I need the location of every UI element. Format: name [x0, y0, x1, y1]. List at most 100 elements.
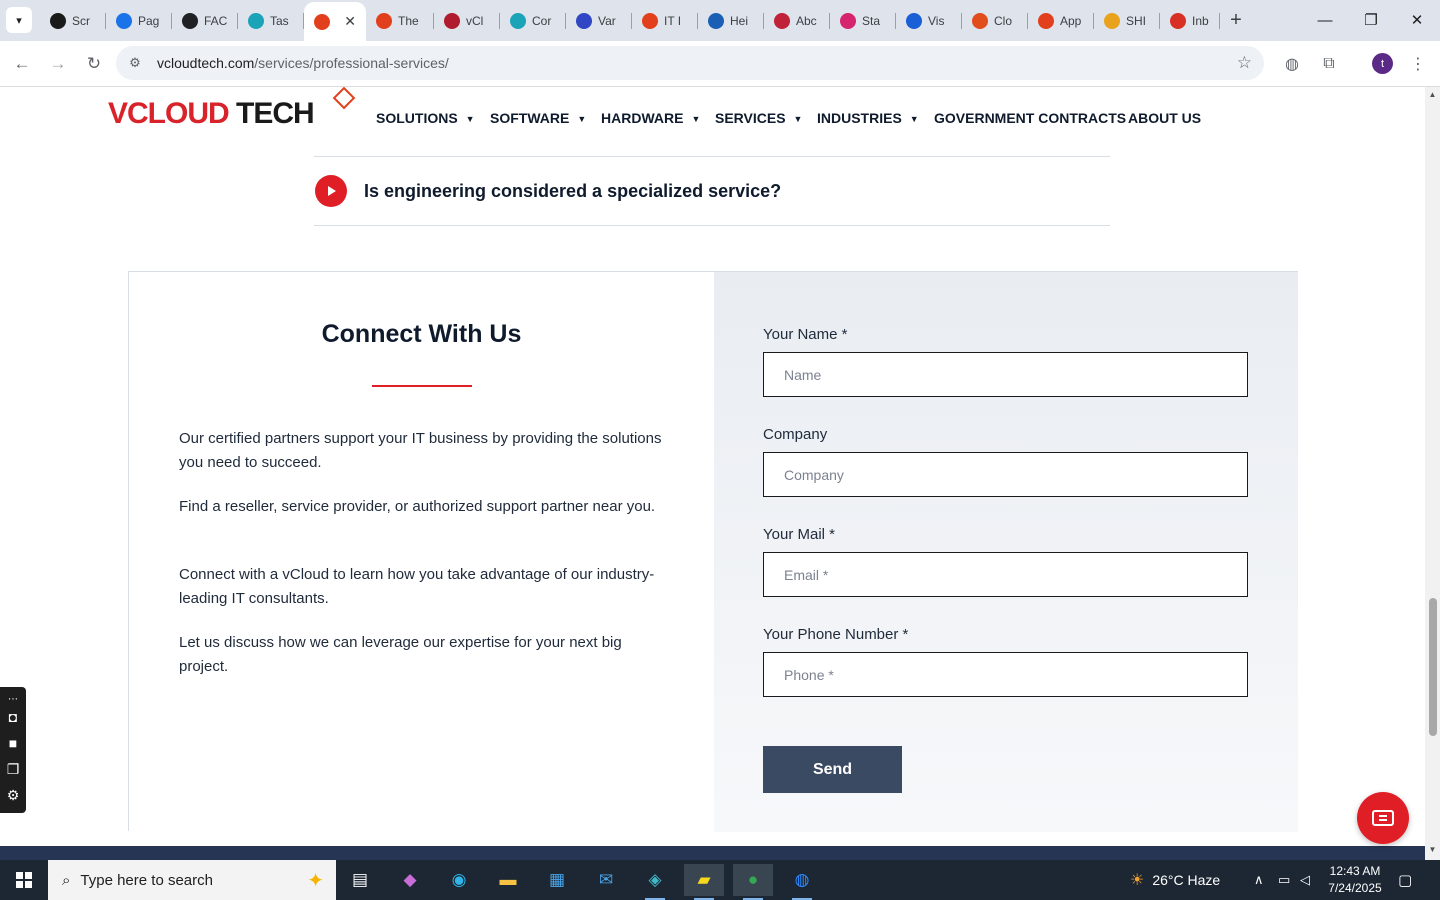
- faq-question[interactable]: Is engineering considered a specialized …: [364, 181, 781, 202]
- scroll-down-icon[interactable]: ▼: [1428, 845, 1437, 854]
- more-tools-icon[interactable]: ⋯: [3, 689, 23, 709]
- windows-icon[interactable]: ❐: [3, 759, 23, 779]
- translate-icon[interactable]: ◍: [1281, 53, 1303, 75]
- window-close-icon[interactable]: ✕: [1394, 0, 1440, 40]
- nav-item[interactable]: SERVICES ▼: [715, 110, 802, 126]
- tab-label: Clo: [994, 13, 1013, 28]
- tray-overflow-icon[interactable]: ∧: [1254, 860, 1264, 900]
- edge-icon[interactable]: ◉: [439, 864, 479, 896]
- taskbar-search[interactable]: ⌕ Type here to search ✦: [48, 860, 336, 900]
- browser-tab[interactable]: App: [1028, 6, 1094, 35]
- browser-tab[interactable]: Scr: [40, 6, 106, 35]
- browser-tab[interactable]: Pag: [106, 6, 172, 35]
- phone-field[interactable]: [763, 652, 1248, 697]
- browser-tab[interactable]: Inb: [1160, 6, 1220, 35]
- tab-search-button[interactable]: ▾: [6, 7, 32, 33]
- nav-item[interactable]: HARDWARE ▼: [601, 110, 700, 126]
- browser-tab[interactable]: Tas: [238, 6, 304, 35]
- company-field[interactable]: [763, 452, 1248, 497]
- chat-button[interactable]: [1357, 792, 1409, 844]
- email-field[interactable]: [763, 552, 1248, 597]
- phone-label: Your Phone Number *: [763, 626, 909, 643]
- v-icon: [444, 12, 460, 29]
- store-icon[interactable]: ▦: [537, 864, 577, 896]
- faq-item[interactable]: Is engineering considered a specialized …: [314, 156, 1110, 226]
- copilot-icon[interactable]: ◆: [390, 864, 430, 896]
- nav-item[interactable]: SOLUTIONS ▼: [376, 110, 475, 126]
- notifications-icon[interactable]: ▢: [1398, 860, 1412, 900]
- forward-icon[interactable]: →: [44, 50, 72, 78]
- page-viewport: VCLOUD TECH SOLUTIONS ▼ SOFTWARE ▼ HARDWARE ▼…: [0, 87, 1440, 860]
- profile-avatar[interactable]: t: [1372, 53, 1393, 74]
- new-tab-button[interactable]: +: [1224, 8, 1248, 32]
- browser-tab[interactable]: FAC: [172, 6, 238, 35]
- zoom-icon[interactable]: ◍: [782, 864, 822, 900]
- caret-down-icon: ▼: [577, 114, 587, 125]
- browser-tab-active[interactable]: ✕: [304, 2, 366, 41]
- browser-tab[interactable]: SHI: [1094, 6, 1160, 35]
- taskbar-clock[interactable]: 12:43 AM 7/24/2025: [1322, 863, 1388, 897]
- bookmark-star-icon[interactable]: ☆: [1237, 53, 1252, 73]
- url-host: vcloudtech.com: [157, 55, 255, 71]
- video-icon[interactable]: ■: [3, 733, 23, 753]
- connect-paragraph-2: Find a reseller, service provider, or au…: [179, 498, 656, 515]
- nav-item[interactable]: GOVERNMENT CONTRACTS: [934, 110, 1126, 126]
- browser-tab[interactable]: Hei: [698, 6, 764, 35]
- mail-icon[interactable]: ✉: [586, 864, 626, 896]
- volume-icon[interactable]: ◁: [1300, 860, 1310, 900]
- caret-down-icon: ▼: [793, 114, 803, 125]
- tab-label: Scr: [72, 13, 90, 28]
- start-button[interactable]: [0, 860, 48, 900]
- chrome-icon[interactable]: ●: [733, 864, 773, 900]
- scrollbar-thumb[interactable]: [1429, 598, 1437, 736]
- nav-item[interactable]: ABOUT US: [1128, 110, 1201, 126]
- contact-form: Your Name * Company Your Mail * Your Pho…: [714, 272, 1298, 832]
- file-explorer-icon[interactable]: ▬: [488, 864, 528, 896]
- weather-widget[interactable]: ☀ 26°C Haze: [1130, 860, 1220, 900]
- browser-tab[interactable]: Clo: [962, 6, 1028, 35]
- settings-gear-icon[interactable]: ⚙: [3, 785, 23, 805]
- tab-close-icon[interactable]: ✕: [344, 13, 356, 30]
- sticky-notes-icon[interactable]: ▰: [684, 864, 724, 900]
- restore-icon[interactable]: ❐: [1348, 0, 1394, 40]
- browser-tab[interactable]: vCl: [434, 6, 500, 35]
- url-text[interactable]: vcloudtech.com/services/professional-ser…: [157, 55, 449, 71]
- app-diamond-icon[interactable]: ◈: [635, 864, 675, 900]
- send-button[interactable]: Send: [763, 746, 902, 793]
- page-scrollbar[interactable]: ▲ ▼: [1425, 87, 1440, 860]
- nav-item-label: GOVERNMENT CONTRACTS: [934, 110, 1127, 126]
- task-view-icon[interactable]: ▤: [340, 864, 380, 896]
- tab-label: Inb: [1192, 13, 1209, 28]
- logo-diamond-icon: [332, 87, 356, 110]
- back-icon[interactable]: ←: [8, 50, 36, 78]
- camera-icon[interactable]: ◘: [3, 707, 23, 727]
- browser-tab[interactable]: Cor: [500, 6, 566, 35]
- menu-kebab-icon[interactable]: ⋮: [1407, 53, 1429, 75]
- scale-icon: [708, 12, 724, 29]
- network-icon[interactable]: ▭: [1278, 860, 1290, 900]
- browser-tab[interactable]: The: [366, 6, 434, 35]
- vcloud-tech-logo[interactable]: VCLOUD TECH: [108, 97, 315, 131]
- connect-section: Connect With Us Our certified partners s…: [128, 271, 1298, 832]
- extensions-icon[interactable]: ⧉: [1318, 53, 1340, 75]
- copilot-sparkle-icon: ✦: [307, 870, 324, 892]
- rainbow-icon: [116, 12, 132, 29]
- browser-tab[interactable]: Abc: [764, 6, 830, 35]
- nav-item-label: SERVICES: [715, 110, 786, 126]
- tab-label: The: [398, 13, 419, 28]
- browser-tab[interactable]: Sta: [830, 6, 896, 35]
- connect-info-panel: Connect With Us Our certified partners s…: [129, 272, 714, 832]
- address-bar[interactable]: ⚙ vcloudtech.com/services/professional-s…: [116, 46, 1264, 80]
- nav-item[interactable]: SOFTWARE ▼: [490, 110, 586, 126]
- weather-icon: ☀: [1130, 872, 1145, 889]
- name-field[interactable]: [763, 352, 1248, 397]
- browser-tab[interactable]: Vis: [896, 6, 962, 35]
- reload-icon[interactable]: ↻: [80, 50, 108, 78]
- minimize-icon[interactable]: —: [1302, 0, 1348, 40]
- windows-logo-icon: [16, 872, 32, 888]
- scroll-up-icon[interactable]: ▲: [1428, 90, 1437, 99]
- browser-tab[interactable]: IT I: [632, 6, 698, 35]
- browser-tab[interactable]: Var: [566, 6, 632, 35]
- site-info-icon[interactable]: ⚙: [126, 54, 144, 72]
- nav-item[interactable]: INDUSTRIES ▼: [817, 110, 919, 126]
